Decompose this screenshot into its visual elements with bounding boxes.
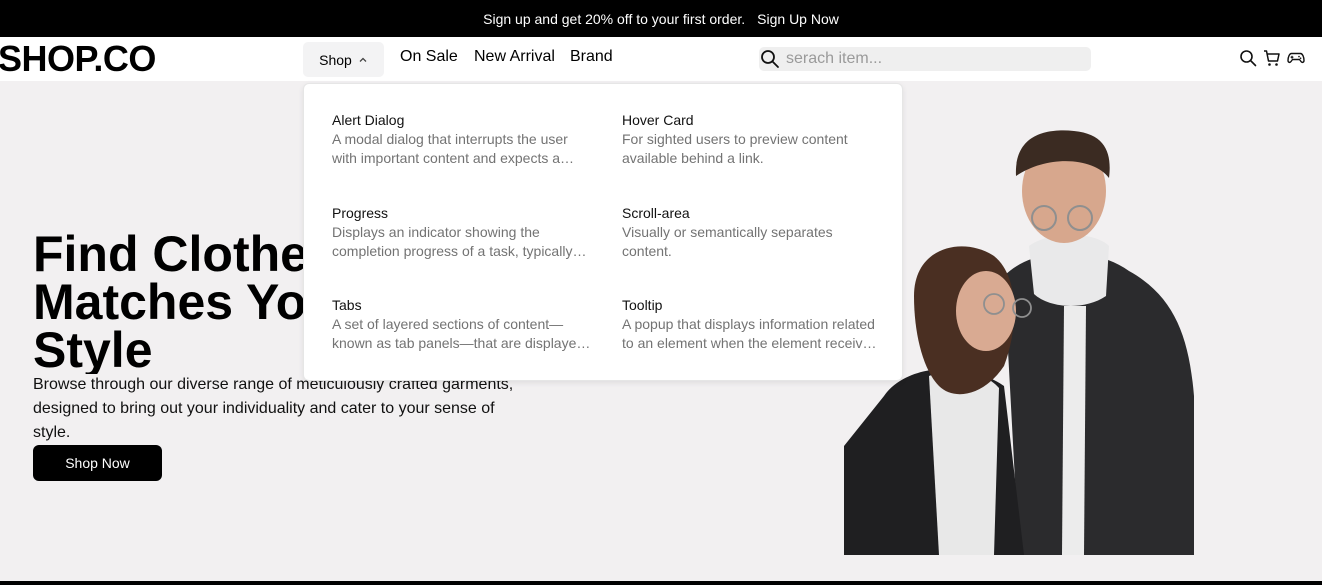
menu-item-title: Scroll-area xyxy=(622,205,690,221)
menu-item-tabs[interactable]: Tabs A set of layered sections of conten… xyxy=(332,296,592,353)
menu-item-title: Hover Card xyxy=(622,112,694,128)
menu-item-title: Tooltip xyxy=(622,297,663,313)
nav-link-new-arrival[interactable]: New Arrival xyxy=(474,48,555,66)
section-divider xyxy=(0,581,1322,585)
hero-title-line: Style xyxy=(33,322,153,374)
hero-title-line: Matches Your xyxy=(33,274,323,330)
search-input[interactable] xyxy=(786,50,1066,68)
nav-link-on-sale[interactable]: On Sale xyxy=(400,48,458,66)
menu-item-tooltip[interactable]: Tooltip A popup that displays informatio… xyxy=(622,296,882,353)
hero-title-line: Find Clothes That xyxy=(33,230,323,282)
menu-item-description: For sighted users to preview content ava… xyxy=(622,131,848,166)
logo[interactable]: SHOP.CO xyxy=(0,38,156,80)
menu-item-description: Displays an indicator showing the comple… xyxy=(332,224,573,259)
menu-item-description: A set of layered sections of content—kno… xyxy=(332,316,585,351)
menu-item-title: Alert Dialog xyxy=(332,112,405,128)
hero-title: Find Clothes That Matches Your Style xyxy=(33,230,323,374)
nav-link-brand[interactable]: Brand xyxy=(570,48,613,66)
shop-menu-label: Shop xyxy=(319,51,352,68)
menu-item-scroll-area[interactable]: Scroll-area Visually or semantically sep… xyxy=(622,204,882,261)
menu-item-title: Tabs xyxy=(332,297,362,313)
menu-item-alert-dialog[interactable]: Alert Dialog A modal dialog that interru… xyxy=(332,111,592,168)
search-icon[interactable] xyxy=(1239,49,1257,67)
shop-dropdown-menu: Alert Dialog A modal dialog that interru… xyxy=(303,83,903,381)
chevron-up-icon xyxy=(359,57,367,62)
cart-icon[interactable] xyxy=(1263,49,1281,67)
menu-item-description: Visually or semantically separates conte… xyxy=(622,224,833,259)
search-bar xyxy=(759,47,1091,71)
hero-description: Browse through our diverse range of meti… xyxy=(33,376,514,441)
main-nav: SHOP.CO Shop On Sale New Arrival Brand xyxy=(0,37,1322,81)
menu-item-hover-card[interactable]: Hover Card For sighted users to preview … xyxy=(622,111,882,168)
promo-banner: Sign up and get 20% off to your first or… xyxy=(0,0,1322,37)
sign-up-link[interactable]: Sign Up Now xyxy=(757,11,839,27)
menu-item-progress[interactable]: Progress Displays an indicator showing t… xyxy=(332,204,592,261)
shop-menu-trigger[interactable]: Shop xyxy=(303,42,384,77)
gamepad-icon[interactable] xyxy=(1287,49,1305,67)
promo-text: Sign up and get 20% off to your first or… xyxy=(483,10,746,27)
menu-item-description: A modal dialog that interrupts the user … xyxy=(332,131,568,166)
menu-item-description: A popup that displays information relate… xyxy=(622,316,878,351)
menu-item-title: Progress xyxy=(332,205,389,221)
shop-now-button[interactable]: Shop Now xyxy=(33,445,162,481)
search-icon[interactable] xyxy=(760,49,780,69)
